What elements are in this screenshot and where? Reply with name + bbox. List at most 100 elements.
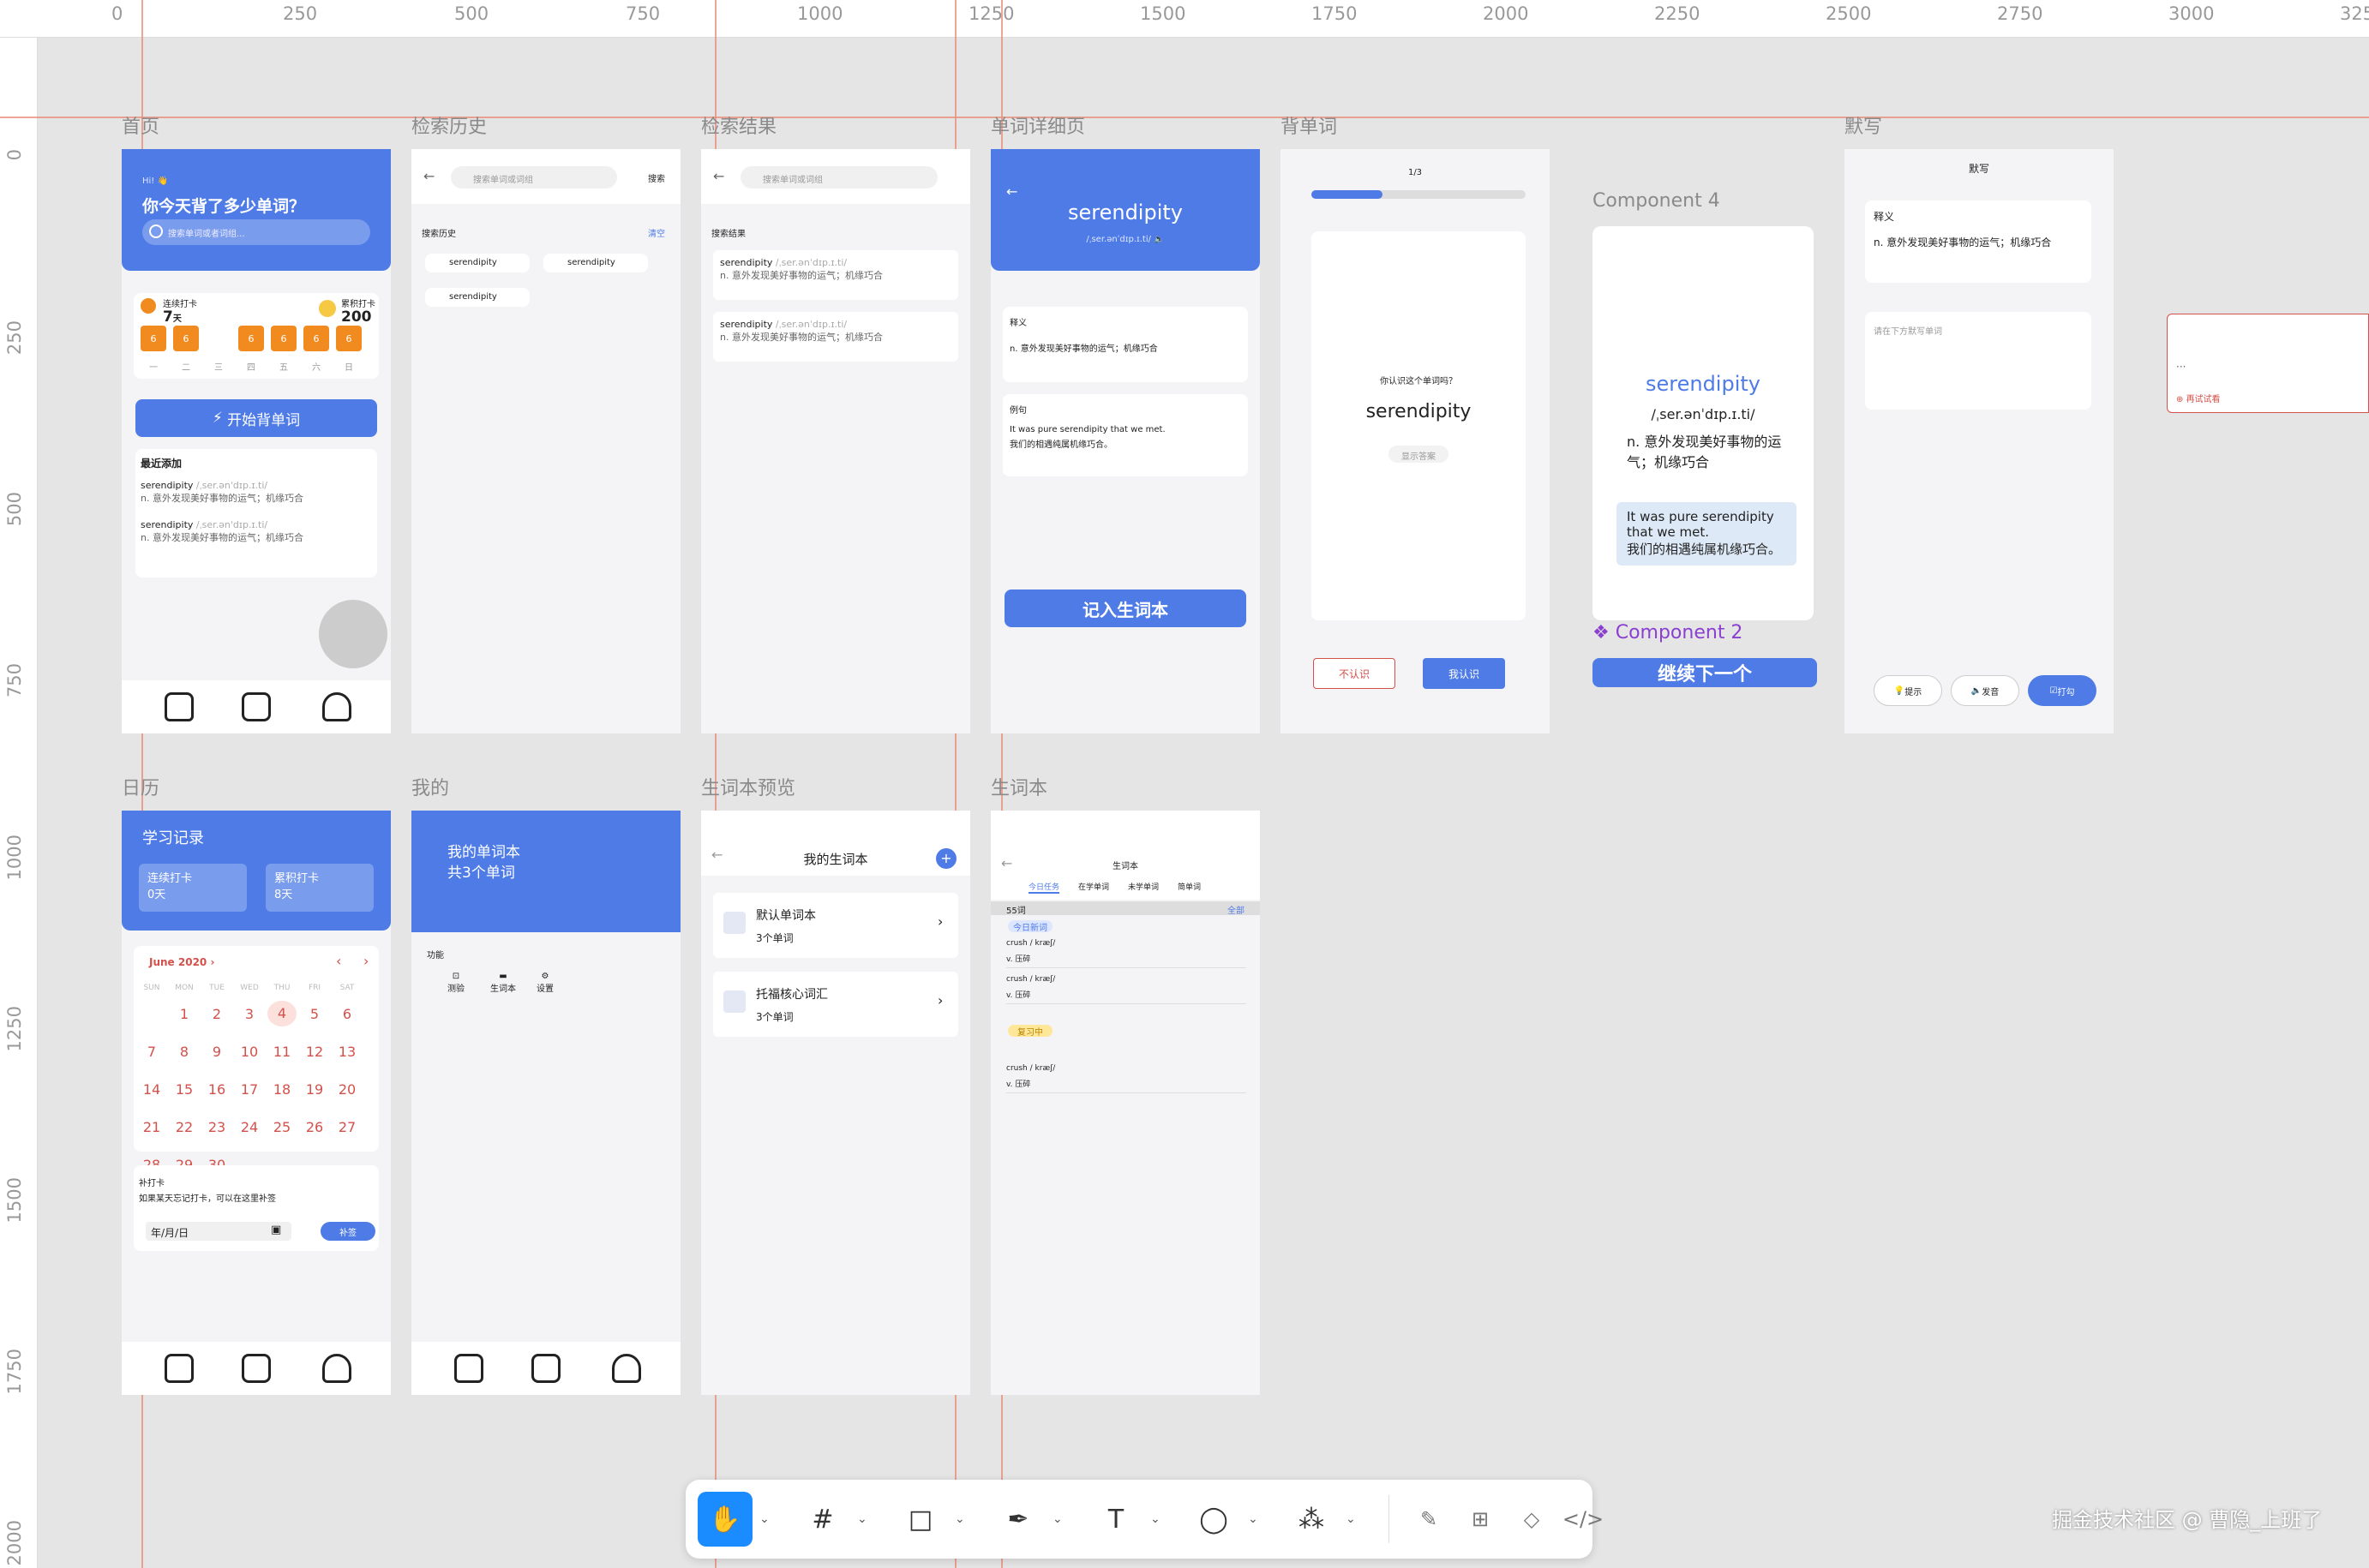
calendar-day[interactable]: 27	[333, 1119, 362, 1135]
vocab-book-item[interactable]: 默认单词本 3个单词 ›	[713, 893, 958, 958]
month-label[interactable]: June 2020 ›	[149, 956, 214, 968]
settings-item[interactable]: ⚙ 设置	[537, 972, 554, 994]
calendar-day[interactable]: 14	[137, 1081, 166, 1098]
calendar-day[interactable]: 21	[137, 1119, 166, 1135]
search-button[interactable]: 搜索	[648, 171, 665, 184]
vocab-row[interactable]: crush / kræʃ/v. 压碎	[1006, 975, 1246, 1004]
start-recite-button[interactable]: ⚡ 开始背单词	[135, 399, 377, 437]
calendar-day[interactable]: 16	[202, 1081, 231, 1098]
back-arrow-icon[interactable]: ←	[423, 168, 435, 184]
vocab-row[interactable]: crush / kræʃ/v. 压碎	[1006, 1064, 1246, 1093]
calendar-day[interactable]: 4	[267, 1001, 297, 1026]
next-button[interactable]: 继续下一个	[1592, 658, 1817, 687]
chevron-down-icon[interactable]: ⌄	[1053, 1512, 1063, 1526]
calendar-day[interactable]: 13	[333, 1044, 362, 1060]
calendar-day[interactable]: 7	[137, 1044, 166, 1060]
calendar-day[interactable]: 23	[202, 1119, 231, 1135]
add-user-icon[interactable]	[322, 1354, 351, 1383]
floating-circle[interactable]	[319, 600, 387, 668]
back-arrow-icon[interactable]: ←	[1006, 183, 1017, 200]
calendar-day[interactable]: 6	[333, 1006, 362, 1022]
calendar-day[interactable]: 10	[235, 1044, 264, 1060]
chevron-down-icon[interactable]: ⌄	[1346, 1512, 1356, 1526]
hint-button[interactable]: 💡 提示	[1874, 675, 1942, 706]
calendar-day[interactable]: 8	[170, 1044, 199, 1060]
calendar-icon[interactable]	[531, 1354, 561, 1383]
result-item[interactable]: serendipity /ˌser.ənˈdɪp.ɪ.ti/n. 意外发现美好事…	[713, 250, 958, 300]
frame-history[interactable]: ← 搜索单词或词组 搜索 搜索历史 清空 serendipity serendi…	[411, 149, 681, 733]
add-user-icon[interactable]	[612, 1354, 641, 1383]
frame-home[interactable]: Hi! 👋 你今天背了多少单词？ 搜索单词或者词组... 连续打卡 7天 累积打…	[122, 149, 391, 733]
history-item[interactable]: serendipity	[543, 254, 648, 272]
component-4-card[interactable]: serendipity /ˌser.ənˈdɪp.ɪ.ti/ n. 意外发现美好…	[1592, 226, 1814, 620]
frame-calendar[interactable]: 学习记录 连续打卡 0天 累积打卡 8天 June 2020 › ‹ › SUN MO…	[122, 811, 391, 1395]
frame-recite[interactable]: 1/3 你认识这个单词吗？ serendipity 显示答案 不认识 我认识	[1280, 149, 1550, 733]
makeup-button[interactable]: 补签	[321, 1222, 375, 1241]
inspect-icon[interactable]: ⊞	[1457, 1492, 1503, 1547]
history-item[interactable]: serendipity	[425, 254, 530, 272]
calendar-day[interactable]: 9	[202, 1044, 231, 1060]
pencil-icon[interactable]: ✎	[1406, 1492, 1452, 1547]
component-icon[interactable]: ◇	[1508, 1492, 1555, 1547]
next-month-icon[interactable]: ›	[363, 953, 369, 969]
home-search-input[interactable]: 搜索单词或者词组...	[142, 219, 370, 245]
calendar-day[interactable]: 5	[300, 1006, 329, 1022]
frame-results[interactable]: ← 搜索单词或词组 搜索结果 serendipity /ˌser.ənˈdɪp.…	[701, 149, 970, 733]
chevron-down-icon[interactable]: ⌄	[759, 1512, 770, 1526]
know-button[interactable]: 我认识	[1423, 658, 1505, 689]
prev-month-icon[interactable]: ‹	[336, 953, 341, 969]
clear-button[interactable]: 清空	[648, 226, 665, 239]
chevron-down-icon[interactable]: ⌄	[955, 1512, 965, 1526]
calendar-day[interactable]: 2	[202, 1006, 231, 1022]
sound-button[interactable]: 🔈 发音	[1951, 675, 2019, 706]
calendar-day[interactable]: 15	[170, 1081, 199, 1098]
chevron-down-icon[interactable]: ⌄	[1150, 1512, 1161, 1526]
chevron-down-icon[interactable]: ⌄	[1248, 1512, 1258, 1526]
vocab-tab[interactable]: 在学单词	[1078, 881, 1109, 892]
calendar-day[interactable]: 24	[235, 1119, 264, 1135]
recent-word-item[interactable]: serendipity /ˌser.ənˈdɪp.ɪ.ti/n. 意外发现美好事…	[141, 519, 303, 544]
recent-word-item[interactable]: serendipity /ˌser.ənˈdɪp.ɪ.ti/n. 意外发现美好事…	[141, 480, 303, 505]
home-icon[interactable]	[165, 1354, 194, 1383]
dictation-input[interactable]: 请在下方默写单词	[1865, 312, 2091, 410]
frame-mine[interactable]: 我的单词本 共3个单词 功能 ⊡ 测验 ▬ 生词本 ⚙ 设置	[411, 811, 681, 1395]
frame-vocab-preview[interactable]: ← 我的生词本 + 默认单词本 3个单词 › 托福核心词汇 3个单词 ›	[701, 811, 970, 1395]
calendar-day[interactable]: 20	[333, 1081, 362, 1098]
check-button[interactable]: ☑ 打勾	[2028, 675, 2096, 706]
vocab-tab[interactable]: 未学单词	[1128, 881, 1159, 892]
hand-icon[interactable]: ✋	[698, 1492, 753, 1547]
frame-vocab[interactable]: ← 生词本 今日任务 在学单词 未学单词 简单词 55词 全部 今日新词 复习中 cru…	[991, 811, 1260, 1395]
calendar-day[interactable]: 11	[267, 1044, 297, 1060]
calendar-day[interactable]: 26	[300, 1119, 329, 1135]
add-vocab-button[interactable]: 记入生词本	[1005, 589, 1246, 627]
vocab-row[interactable]: crush / kræʃ/v. 压碎	[1006, 939, 1246, 968]
dont-know-button[interactable]: 不认识	[1313, 658, 1395, 689]
vocab-tab[interactable]: 今日任务	[1029, 881, 1060, 894]
comment-icon[interactable]: ◯	[1186, 1492, 1241, 1547]
components-icon[interactable]: ⁂	[1284, 1492, 1339, 1547]
quiz-item[interactable]: ⊡ 测验	[447, 972, 465, 994]
calendar-icon[interactable]	[242, 1354, 271, 1383]
add-book-button[interactable]: +	[936, 848, 957, 869]
vocab-book-item[interactable]: 托福核心词汇 3个单词 ›	[713, 972, 958, 1037]
calendar-day[interactable]: 19	[300, 1081, 329, 1098]
result-item[interactable]: serendipity /ˌser.ənˈdɪp.ɪ.ti/n. 意外发现美好事…	[713, 312, 958, 362]
history-item[interactable]: serendipity	[425, 288, 530, 307]
back-arrow-icon[interactable]: ←	[713, 168, 724, 184]
calendar-icon[interactable]	[242, 692, 271, 721]
calendar-day[interactable]: 3	[235, 1006, 264, 1022]
code-icon[interactable]: </>	[1560, 1492, 1606, 1547]
rectangle-icon[interactable]: □	[893, 1492, 948, 1547]
calendar-day[interactable]: 18	[267, 1081, 297, 1098]
calendar-day[interactable]: 17	[235, 1081, 264, 1098]
calendar-day[interactable]: 25	[267, 1119, 297, 1135]
calendar-day[interactable]: 12	[300, 1044, 329, 1060]
calendar-day[interactable]: 22	[170, 1119, 199, 1135]
date-input[interactable]: 年/月/日 ▣	[146, 1222, 291, 1241]
chevron-down-icon[interactable]: ⌄	[857, 1512, 867, 1526]
text-icon[interactable]: T	[1089, 1492, 1143, 1547]
frame-dictation[interactable]: 默写 释义 n. 意外发现美好事物的运气；机缘巧合 请在下方默写单词 💡 提示 🔈…	[1844, 149, 2114, 733]
calendar-day[interactable]: 1	[170, 1006, 199, 1022]
retry-text[interactable]: ⊕ 再试试看	[2176, 392, 2221, 404]
show-answer-button[interactable]: 显示答案	[1388, 446, 1448, 463]
